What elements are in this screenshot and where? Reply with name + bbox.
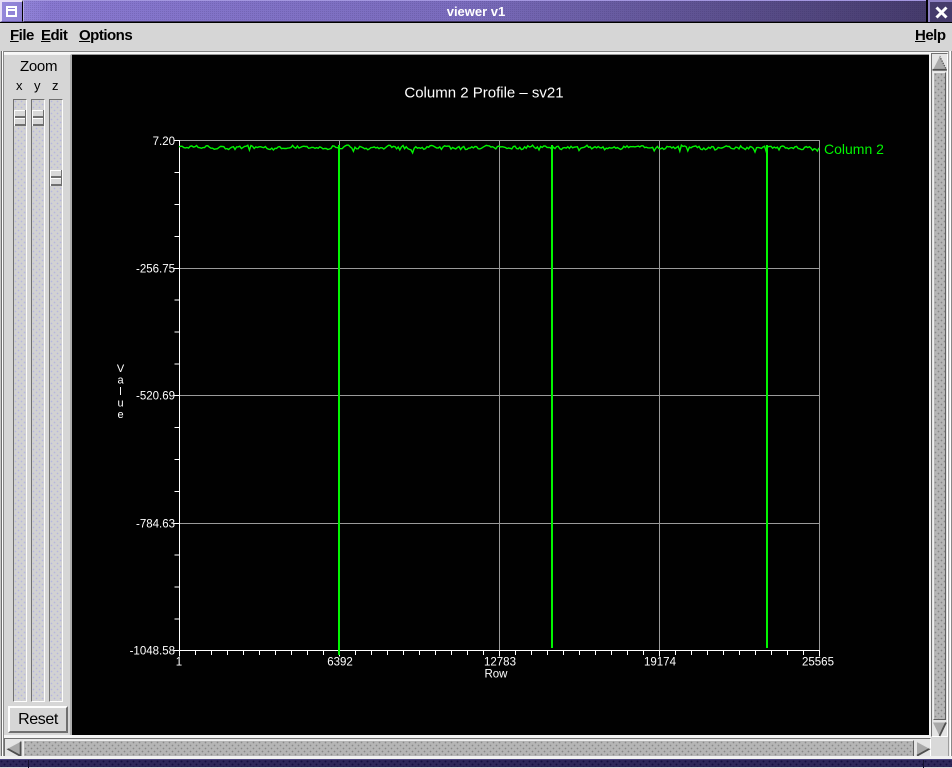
- svg-text:e: e: [117, 409, 123, 421]
- svg-text:1: 1: [176, 657, 182, 669]
- svg-text:-1048.58: -1048.58: [130, 646, 175, 658]
- svg-text:-784.63: -784.63: [136, 519, 175, 531]
- svg-text:-256.75: -256.75: [136, 264, 175, 276]
- svg-text:Column 2: Column 2: [824, 141, 884, 157]
- svg-text:6392: 6392: [327, 657, 353, 669]
- svg-text:l: l: [119, 386, 121, 398]
- svg-text:25565: 25565: [802, 657, 834, 669]
- svg-text:Column 2 Profile – sv21: Column 2 Profile – sv21: [404, 85, 563, 102]
- svg-text:Row: Row: [484, 669, 508, 681]
- svg-text:u: u: [117, 398, 123, 410]
- svg-text:-520.69: -520.69: [136, 391, 175, 403]
- svg-text:V: V: [117, 363, 125, 375]
- svg-text:7.20: 7.20: [153, 136, 175, 148]
- svg-text:19174: 19174: [644, 657, 677, 669]
- svg-text:12783: 12783: [484, 657, 516, 669]
- svg-text:a: a: [117, 375, 124, 387]
